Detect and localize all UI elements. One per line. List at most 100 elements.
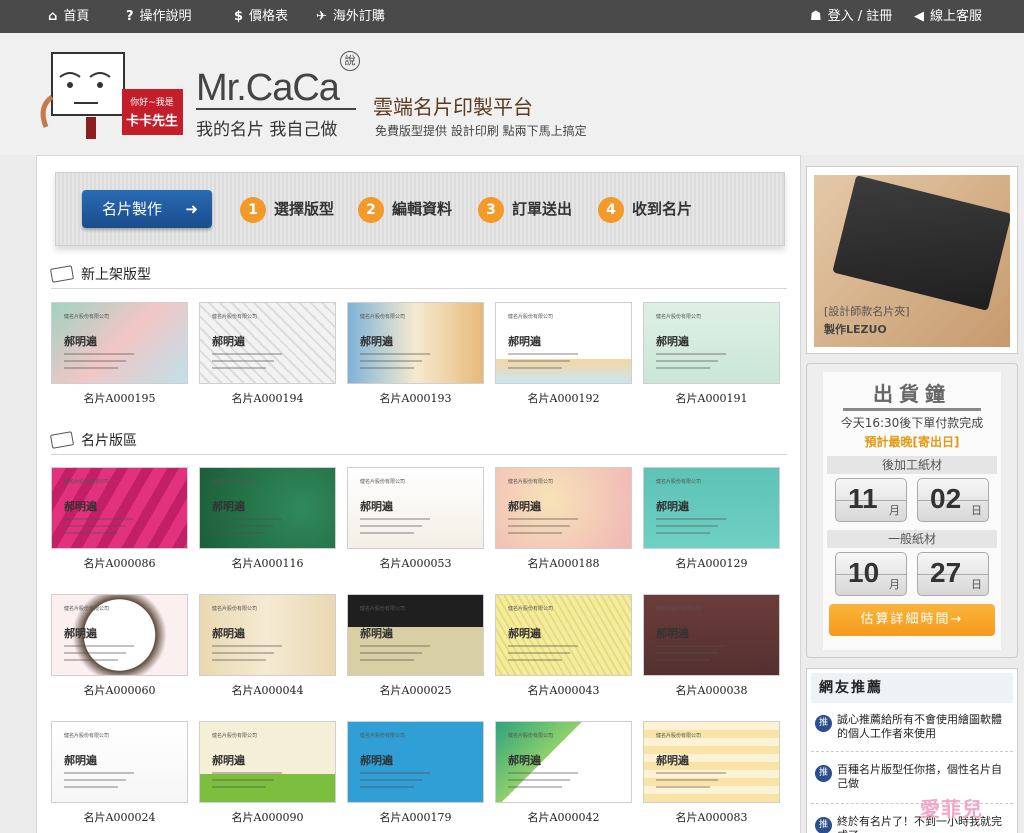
template-card[interactable]: 健名片股份有限公司 郝明遍名片A000194 xyxy=(199,302,336,406)
thumbnail-name: 郝明遍 xyxy=(508,335,541,348)
thumbnail-text-line xyxy=(656,360,718,362)
recommendation-item[interactable]: 推百種名片版型任你搭，個性名片自己做 xyxy=(811,763,1011,791)
estimate-time-button[interactable]: 估算詳細時間→ xyxy=(829,604,995,636)
thumbnail-text-line xyxy=(64,772,134,774)
thumbnail-text-line xyxy=(656,518,726,520)
template-thumbnail[interactable]: 健名片股份有限公司 郝明遍 xyxy=(495,721,632,803)
template-code[interactable]: 名片A000193 xyxy=(347,390,484,406)
template-thumbnail[interactable]: 健名片股份有限公司 郝明遍 xyxy=(495,594,632,676)
template-thumbnail[interactable]: 健名片股份有限公司 郝明遍 xyxy=(199,594,336,676)
template-code[interactable]: 名片A000025 xyxy=(347,682,484,698)
template-code[interactable]: 名片A000043 xyxy=(495,682,632,698)
template-card[interactable]: 健名片股份有限公司 郝明遍名片A000086 xyxy=(51,467,188,571)
template-code[interactable]: 名片A000042 xyxy=(495,809,632,825)
template-code[interactable]: 名片A000179 xyxy=(347,809,484,825)
template-code[interactable]: 名片A000024 xyxy=(51,809,188,825)
template-thumbnail[interactable]: 健名片股份有限公司 郝明遍 xyxy=(347,594,484,676)
template-thumbnail[interactable]: 健名片股份有限公司 郝明遍 xyxy=(199,467,336,549)
thumbnail-text-line xyxy=(360,525,422,527)
template-code[interactable]: 名片A000191 xyxy=(643,390,780,406)
template-code[interactable]: 名片A000116 xyxy=(199,555,336,571)
brand-logo[interactable]: Mr.CaCa xyxy=(196,67,340,110)
nav-overseas[interactable]: ✈ 海外訂購 xyxy=(316,0,385,33)
month-unit: 月 xyxy=(889,504,900,517)
template-code[interactable]: 名片A000188 xyxy=(495,555,632,571)
normal-paper-label: 一般紙材 xyxy=(827,530,997,548)
step-3: 3 訂單送出 xyxy=(478,197,572,223)
template-card[interactable]: 健名片股份有限公司 郝明遍名片A000191 xyxy=(643,302,780,406)
template-card[interactable]: 健名片股份有限公司 郝明遍名片A000043 xyxy=(495,594,632,698)
template-card[interactable]: 健名片股份有限公司 郝明遍名片A000195 xyxy=(51,302,188,406)
template-card[interactable]: 健名片股份有限公司 郝明遍名片A000038 xyxy=(643,594,780,698)
nav-login[interactable]: ☗ 登入 / 註冊 xyxy=(810,0,892,33)
thumbnail-text-line xyxy=(508,518,578,520)
template-code[interactable]: 名片A000086 xyxy=(51,555,188,571)
thumbnail-text-line xyxy=(508,360,570,362)
template-code[interactable]: 名片A000083 xyxy=(643,809,780,825)
recommendation-item[interactable]: 推誠心推薦給所有不會使用繪圖軟體的個人工作者來使用 xyxy=(811,713,1011,741)
thumbnail-text-line xyxy=(64,652,126,654)
template-thumbnail[interactable]: 健名片股份有限公司 郝明遍 xyxy=(51,467,188,549)
mascot-logo[interactable]: 你好~我是 卡卡先生 xyxy=(38,47,183,147)
make-card-button[interactable]: 名片製作 ➜ xyxy=(82,190,212,228)
template-card[interactable]: 健名片股份有限公司 郝明遍名片A000129 xyxy=(643,467,780,571)
thumbnail-text-line xyxy=(508,525,570,527)
template-code[interactable]: 名片A000044 xyxy=(199,682,336,698)
thumbnail-text-line xyxy=(64,360,126,362)
nav-pricing[interactable]: $ 價格表 xyxy=(234,0,288,33)
template-thumbnail[interactable]: 健名片股份有限公司 郝明遍 xyxy=(347,467,484,549)
template-code[interactable]: 名片A000053 xyxy=(347,555,484,571)
recommendation-text: 誠心推薦給所有不會使用繪圖軟體的個人工作者來使用 xyxy=(837,713,1002,740)
template-code[interactable]: 名片A000090 xyxy=(199,809,336,825)
template-code[interactable]: 名片A000192 xyxy=(495,390,632,406)
template-card[interactable]: 健名片股份有限公司 郝明遍名片A000188 xyxy=(495,467,632,571)
main-panel: 名片製作 ➜ 1 選擇版型 2 編輯資料 3 訂單送出 4 收到名片 新上架版型 健名片股… xyxy=(36,155,801,833)
template-thumbnail[interactable]: 健名片股份有限公司 郝明遍 xyxy=(51,302,188,384)
template-thumbnail[interactable]: 健名片股份有限公司 郝明遍 xyxy=(643,594,780,676)
post-day-flip: 02 日 xyxy=(917,478,989,522)
normal-month-value: 10 xyxy=(848,557,880,588)
template-card[interactable]: 健名片股份有限公司 郝明遍名片A000193 xyxy=(347,302,484,406)
template-thumbnail[interactable]: 健名片股份有限公司 郝明遍 xyxy=(347,721,484,803)
nav-home[interactable]: ⌂ 首頁 xyxy=(48,0,89,33)
template-card[interactable]: 健名片股份有限公司 郝明遍名片A000192 xyxy=(495,302,632,406)
thumbnail-text-line xyxy=(508,367,562,369)
post-month-flip: 11 月 xyxy=(835,478,907,522)
promo-banner[interactable]: [設計師款名片夾] 製作LEZUO xyxy=(806,166,1018,354)
template-thumbnail[interactable]: 健名片股份有限公司 郝明遍 xyxy=(199,721,336,803)
template-code[interactable]: 名片A000060 xyxy=(51,682,188,698)
template-code[interactable]: 名片A000038 xyxy=(643,682,780,698)
template-card[interactable]: 健名片股份有限公司 郝明遍名片A000179 xyxy=(347,721,484,825)
template-card[interactable]: 健名片股份有限公司 郝明遍名片A000116 xyxy=(199,467,336,571)
template-card[interactable]: 健名片股份有限公司 郝明遍名片A000053 xyxy=(347,467,484,571)
template-code[interactable]: 名片A000195 xyxy=(51,390,188,406)
template-thumbnail[interactable]: 健名片股份有限公司 郝明遍 xyxy=(347,302,484,384)
step-3-label: 訂單送出 xyxy=(512,200,573,218)
nav-help[interactable]: ? 操作說明 xyxy=(126,0,192,33)
template-card[interactable]: 健名片股份有限公司 郝明遍名片A000025 xyxy=(347,594,484,698)
template-thumbnail[interactable]: 健名片股份有限公司 郝明遍 xyxy=(495,467,632,549)
thumbnail-company: 健名片股份有限公司 xyxy=(360,314,406,320)
template-thumbnail[interactable]: 健名片股份有限公司 郝明遍 xyxy=(643,721,780,803)
template-card[interactable]: 健名片股份有限公司 郝明遍名片A000090 xyxy=(199,721,336,825)
template-code[interactable]: 名片A000129 xyxy=(643,555,780,571)
template-thumbnail[interactable]: 健名片股份有限公司 郝明遍 xyxy=(643,467,780,549)
template-thumbnail[interactable]: 健名片股份有限公司 郝明遍 xyxy=(51,594,188,676)
thumbnail-company: 健名片股份有限公司 xyxy=(508,479,554,485)
template-card[interactable]: 健名片股份有限公司 郝明遍名片A000044 xyxy=(199,594,336,698)
template-card[interactable]: 健名片股份有限公司 郝明遍名片A000042 xyxy=(495,721,632,825)
template-code[interactable]: 名片A000194 xyxy=(199,390,336,406)
template-thumbnail[interactable]: 健名片股份有限公司 郝明遍 xyxy=(643,302,780,384)
template-thumbnail[interactable]: 健名片股份有限公司 郝明遍 xyxy=(199,302,336,384)
nav-support[interactable]: ◀ 線上客服 xyxy=(914,0,982,33)
template-card[interactable]: 健名片股份有限公司 郝明遍名片A000024 xyxy=(51,721,188,825)
template-card[interactable]: 健名片股份有限公司 郝明遍名片A000083 xyxy=(643,721,780,825)
section-all-templates: 名片版區 xyxy=(49,430,137,452)
thumbnail-text-line xyxy=(212,518,282,520)
template-thumbnail[interactable]: 健名片股份有限公司 郝明遍 xyxy=(495,302,632,384)
thumbnail-name: 郝明遍 xyxy=(508,754,541,767)
thumbnail-text-line xyxy=(508,786,562,788)
template-thumbnail[interactable]: 健名片股份有限公司 郝明遍 xyxy=(51,721,188,803)
template-card[interactable]: 健名片股份有限公司 郝明遍名片A000060 xyxy=(51,594,188,698)
thumbnail-company: 健名片股份有限公司 xyxy=(212,606,258,612)
